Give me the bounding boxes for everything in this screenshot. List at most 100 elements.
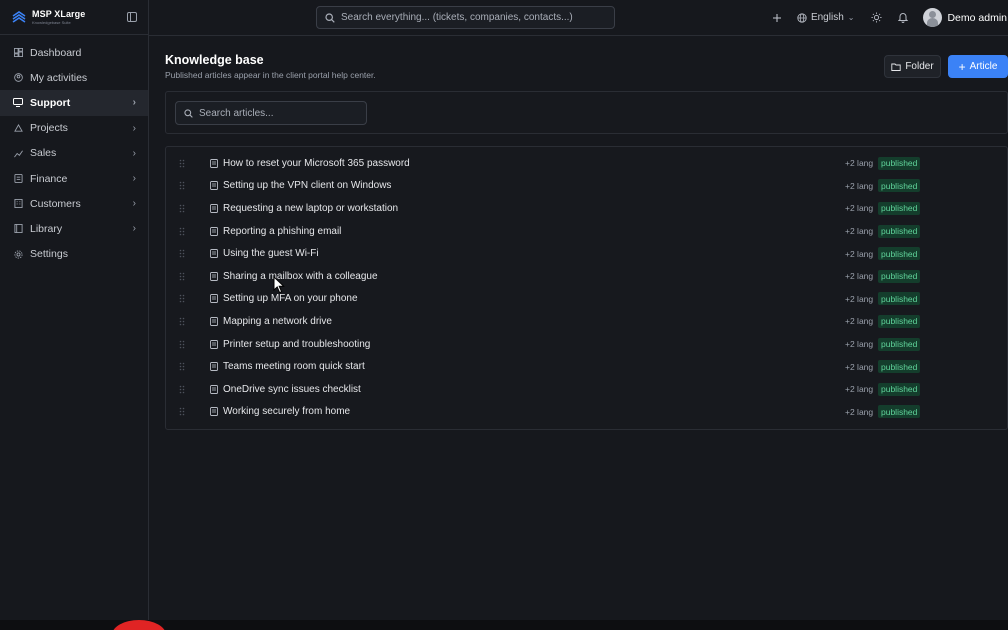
chevron-right-icon: › [132,173,136,185]
language-count: +2 lang [845,158,874,169]
brand[interactable]: MSP XLarge Knowledgebase Suite [0,0,148,35]
library-icon [13,224,23,234]
status-badge: published [878,247,921,261]
new-article-label: Article [969,61,998,72]
status-badge: published [878,269,921,283]
table-row[interactable]: Using the guest Wi-Fi +2 lang published [166,242,1007,265]
language-count: +2 lang [845,361,874,372]
user-menu[interactable]: Demo admin [923,8,1007,27]
drag-handle-icon[interactable] [179,272,185,281]
sidebar-item-my-activities[interactable]: My activities [0,65,148,90]
language-count: +2 lang [845,384,874,395]
page-title: Knowledge base [165,53,264,67]
drag-handle-icon[interactable] [179,317,185,326]
article-title[interactable]: Setting up the VPN client on Windows [223,180,391,191]
page-subtitle: Published articles appear in the client … [165,70,376,80]
table-row[interactable]: Setting up MFA on your phone +2 lang publi… [166,288,1007,311]
sidebar-item-support[interactable]: Support › [0,90,148,116]
document-icon [210,317,218,326]
drag-handle-icon[interactable] [179,362,185,371]
sidebar-collapse-icon[interactable] [126,11,138,23]
sidebar-item-library[interactable]: Library › [0,216,148,241]
topbar: Search everything... (tickets, companies… [149,0,1008,36]
language-count: +2 lang [845,293,874,304]
language-count: +2 lang [845,180,874,191]
table-row[interactable]: OneDrive sync issues checklist +2 lang pub… [166,378,1007,401]
document-icon [210,407,218,417]
sidebar: MSP XLarge Knowledgebase Suite Dashboard… [0,0,149,620]
article-title[interactable]: Printer setup and troubleshooting [223,339,370,350]
status-badge: published [878,337,921,351]
sidebar-nav: Dashboard My activities Support › Projects › S… [0,35,148,267]
user-circle-icon [13,73,23,83]
status-badge: published [878,382,921,396]
global-search-placeholder: Search everything... (tickets, companies… [341,12,573,23]
language-selector[interactable]: English ⌄ [797,12,854,23]
global-search-input[interactable]: Search everything... (tickets, companies… [316,6,615,29]
drag-handle-icon[interactable] [179,294,185,303]
bell-icon[interactable] [896,11,910,25]
drag-handle-icon[interactable] [179,227,185,236]
drag-handle-icon[interactable] [179,340,185,349]
new-folder-button[interactable]: Folder [884,55,941,78]
article-title[interactable]: Setting up MFA on your phone [223,293,358,304]
drag-handle-icon[interactable] [179,407,185,416]
brand-name: MSP XLarge [32,8,86,19]
theme-toggle-icon[interactable] [869,11,883,25]
table-row[interactable]: How to reset your Microsoft 365 password… [166,152,1007,175]
table-row[interactable]: Printer setup and troubleshooting +2 lang… [166,333,1007,356]
search-icon [184,108,193,118]
status-badge: published [878,156,921,170]
sidebar-item-label: Library [30,222,63,235]
article-search-input[interactable]: Search articles... [175,101,367,125]
sidebar-item-projects[interactable]: Projects › [0,116,148,141]
status-badge: published [878,201,921,215]
document-icon [210,249,218,259]
drag-handle-icon[interactable] [179,159,185,168]
status-badge: published [878,179,921,193]
drag-handle-icon[interactable] [179,181,185,190]
sidebar-item-settings[interactable]: Settings [0,242,148,267]
folder-plus-icon [891,63,901,71]
document-icon [210,158,218,168]
status-badge: published [878,405,921,419]
table-row[interactable]: Teams meeting room quick start +2 lang pub… [166,355,1007,378]
article-title[interactable]: Requesting a new laptop or workstation [223,203,398,214]
document-icon [210,204,218,213]
language-count: +2 lang [845,316,874,327]
sidebar-item-label: Dashboard [30,46,82,59]
table-row[interactable]: Working securely from home +2 lang publish… [166,401,1007,424]
sidebar-item-label: Customers [30,197,81,210]
sidebar-item-dashboard[interactable]: Dashboard [0,40,148,65]
document-icon [210,384,218,394]
sidebar-item-finance[interactable]: Finance › [0,166,148,191]
table-row[interactable]: Setting up the VPN client on Windows +2 l… [166,175,1007,198]
drag-handle-icon[interactable] [179,385,185,394]
article-title[interactable]: How to reset your Microsoft 365 password [223,158,410,169]
new-article-button[interactable]: + Article [948,55,1008,78]
table-row[interactable]: Sharing a mailbox with a colleague +2 lan… [166,265,1007,288]
table-row[interactable]: Reporting a phishing email +2 lang publish… [166,220,1007,243]
article-title[interactable]: Using the guest Wi-Fi [223,248,319,259]
status-badge: published [878,360,921,374]
article-title[interactable]: Teams meeting room quick start [223,361,365,372]
table-row[interactable]: Mapping a network drive +2 lang published [166,310,1007,333]
article-title[interactable]: Mapping a network drive [223,316,332,327]
document-icon [210,339,218,349]
chevron-right-icon: › [132,198,136,210]
avatar [923,8,943,27]
table-row[interactable]: Requesting a new laptop or workstation +2… [166,197,1007,220]
finance-icon [13,174,23,184]
article-title[interactable]: OneDrive sync issues checklist [223,384,361,395]
sidebar-item-sales[interactable]: Sales › [0,141,148,166]
document-icon [210,294,218,304]
drag-handle-icon[interactable] [179,204,185,213]
article-title[interactable]: Sharing a mailbox with a colleague [223,271,378,282]
plus-icon[interactable] [770,11,784,25]
article-title[interactable]: Working securely from home [223,406,350,417]
chevron-right-icon: › [132,97,136,109]
article-title[interactable]: Reporting a phishing email [223,226,341,237]
sidebar-item-customers[interactable]: Customers › [0,191,148,216]
sidebar-item-label: Finance [30,172,68,185]
drag-handle-icon[interactable] [179,249,185,258]
